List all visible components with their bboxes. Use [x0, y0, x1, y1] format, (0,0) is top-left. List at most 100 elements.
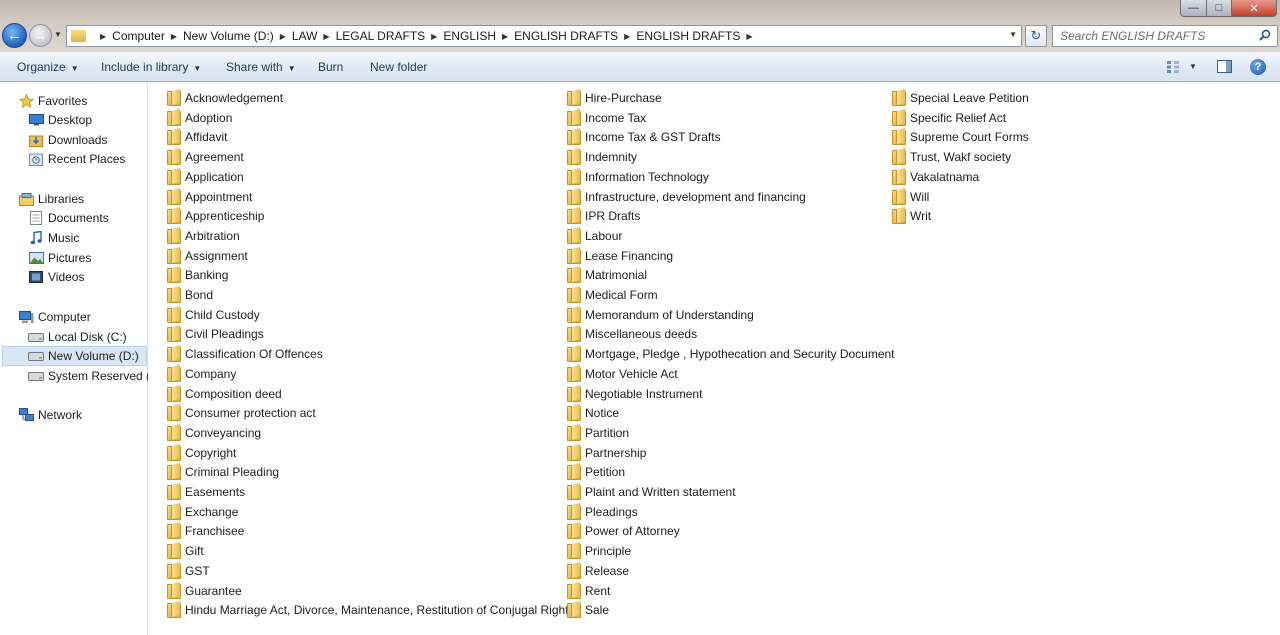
- folder-item[interactable]: Copyright: [167, 443, 236, 462]
- folder-item[interactable]: Criminal Pleading: [167, 462, 279, 481]
- back-button[interactable]: ←: [2, 23, 27, 48]
- share-with-button[interactable]: Share with ▼: [226, 60, 296, 74]
- folder-item[interactable]: Will: [892, 187, 929, 206]
- nav-music[interactable]: Music: [28, 228, 79, 248]
- folder-item[interactable]: Agreement: [167, 147, 244, 166]
- folder-item[interactable]: Supreme Court Forms: [892, 127, 1029, 146]
- folder-item[interactable]: Gift: [167, 541, 204, 560]
- address-dropdown-icon[interactable]: ▼: [1009, 30, 1017, 39]
- nav-local-disk-c[interactable]: Local Disk (C:): [28, 327, 127, 347]
- nav-desktop[interactable]: Desktop: [28, 110, 92, 130]
- folder-item[interactable]: Memorandum of Understanding: [567, 305, 754, 324]
- nav-documents[interactable]: Documents: [28, 208, 109, 228]
- folder-item[interactable]: Acknowledgement: [167, 88, 283, 107]
- folder-item[interactable]: Bond: [167, 285, 213, 304]
- folder-item[interactable]: Consumer protection act: [167, 403, 316, 422]
- nav-system-reserved-e[interactable]: System Reserved (E:): [28, 366, 148, 386]
- folder-item[interactable]: Motor Vehicle Act: [567, 364, 678, 383]
- folder-item[interactable]: Vakalatnama: [892, 167, 979, 186]
- folder-item[interactable]: Negotiable Instrument: [567, 384, 702, 403]
- folder-item[interactable]: Trust, Wakf society: [892, 147, 1011, 166]
- folder-item[interactable]: Mortgage, Pledge , Hypothecation and Sec…: [567, 344, 895, 363]
- folder-item[interactable]: GST: [167, 561, 210, 580]
- view-options-dropdown[interactable]: ▼: [1189, 62, 1197, 71]
- folder-item[interactable]: Matrimonial: [567, 265, 647, 284]
- folder-item[interactable]: Indemnity: [567, 147, 637, 166]
- address-bar[interactable]: ▶ Computer ▶ New Volume (D:) ▶ LAW ▶ LEGAL D…: [66, 25, 1022, 47]
- folder-item[interactable]: Release: [567, 561, 629, 580]
- breadcrumb-english[interactable]: ▶ ENGLISH: [425, 29, 496, 43]
- folder-item[interactable]: Conveyancing: [167, 423, 261, 442]
- folder-item[interactable]: Pleadings: [567, 502, 638, 521]
- folder-item[interactable]: Classification Of Offences: [167, 344, 323, 363]
- breadcrumb-legal-drafts[interactable]: ▶ LEGAL DRAFTS: [317, 29, 425, 43]
- breadcrumb-computer[interactable]: ▶ Computer: [94, 29, 165, 43]
- folder-item[interactable]: Appointment: [167, 187, 252, 206]
- folder-item[interactable]: Assignment: [167, 246, 248, 265]
- folder-item[interactable]: Arbitration: [167, 226, 240, 245]
- folder-item[interactable]: Lease Financing: [567, 246, 673, 265]
- folder-item[interactable]: Writ: [892, 206, 931, 225]
- folder-item[interactable]: Rent: [567, 581, 610, 600]
- nav-new-volume-d[interactable]: New Volume (D:): [2, 346, 147, 366]
- folder-item[interactable]: Exchange: [167, 502, 238, 521]
- help-icon[interactable]: ?: [1250, 59, 1266, 75]
- include-in-library-button[interactable]: Include in library ▼: [101, 60, 201, 74]
- folder-item[interactable]: Plaint and Written statement: [567, 482, 736, 501]
- folder-item[interactable]: Partnership: [567, 443, 646, 462]
- nav-favorites[interactable]: Favorites: [18, 91, 87, 111]
- breadcrumb-law[interactable]: ▶ LAW: [274, 29, 318, 43]
- breadcrumb-english-drafts[interactable]: ▶ ENGLISH DRAFTS: [496, 29, 618, 43]
- breadcrumb-english-drafts-current[interactable]: ▶ ENGLISH DRAFTS: [618, 29, 740, 43]
- folder-item[interactable]: Labour: [567, 226, 622, 245]
- nav-recent-places[interactable]: Recent Places: [28, 149, 125, 169]
- folder-item[interactable]: Civil Pleadings: [167, 324, 264, 343]
- folder-item[interactable]: Easements: [167, 482, 245, 501]
- folder-item[interactable]: Banking: [167, 265, 228, 284]
- folder-item[interactable]: Affidavit: [167, 127, 227, 146]
- organize-button[interactable]: Organize ▼: [17, 60, 79, 74]
- search-input[interactable]: [1060, 29, 1250, 43]
- folder-item[interactable]: Special Leave Petition: [892, 88, 1029, 107]
- folder-item[interactable]: Income Tax & GST Drafts: [567, 127, 721, 146]
- change-view-icon[interactable]: [1166, 60, 1180, 74]
- folder-item[interactable]: Notice: [567, 403, 619, 422]
- nav-network[interactable]: Network: [18, 405, 82, 425]
- folder-item[interactable]: Power of Attorney: [567, 521, 680, 540]
- refresh-button[interactable]: ↻: [1025, 25, 1047, 47]
- folder-item[interactable]: Adoption: [167, 108, 232, 127]
- folder-item[interactable]: Partition: [567, 423, 629, 442]
- search-icon[interactable]: [1259, 29, 1271, 41]
- maximize-button[interactable]: □: [1206, 0, 1232, 17]
- preview-pane-icon[interactable]: [1217, 60, 1232, 73]
- folder-item[interactable]: Miscellaneous deeds: [567, 324, 697, 343]
- folder-item[interactable]: IPR Drafts: [567, 206, 640, 225]
- folder-item[interactable]: Income Tax: [567, 108, 646, 127]
- nav-computer[interactable]: Computer: [18, 307, 91, 327]
- folder-item[interactable]: Guarantee: [167, 581, 242, 600]
- new-folder-button[interactable]: New folder: [370, 60, 427, 74]
- burn-button[interactable]: Burn: [318, 60, 343, 74]
- nav-libraries[interactable]: Libraries: [18, 189, 84, 209]
- close-button[interactable]: ✕: [1231, 0, 1277, 17]
- folder-item[interactable]: Hindu Marriage Act, Divorce, Maintenance…: [167, 600, 575, 619]
- folder-item[interactable]: Composition deed: [167, 384, 282, 403]
- folder-item[interactable]: Sale: [567, 600, 609, 619]
- nav-downloads[interactable]: Downloads: [28, 130, 107, 150]
- folder-item[interactable]: Company: [167, 364, 236, 383]
- folder-item[interactable]: Principle: [567, 541, 631, 560]
- minimize-button[interactable]: —: [1180, 0, 1207, 17]
- breadcrumb-subfolders[interactable]: ▶: [740, 32, 758, 41]
- folder-item[interactable]: Franchisee: [167, 521, 244, 540]
- folder-item[interactable]: Hire-Purchase: [567, 88, 662, 107]
- search-box[interactable]: [1052, 25, 1278, 47]
- nav-videos[interactable]: Videos: [28, 267, 84, 287]
- folder-item[interactable]: Apprenticeship: [167, 206, 264, 225]
- nav-pictures[interactable]: Pictures: [28, 248, 91, 268]
- folder-item[interactable]: Information Technology: [567, 167, 709, 186]
- recent-pages-dropdown[interactable]: ▼: [54, 30, 63, 40]
- folder-item[interactable]: Application: [167, 167, 244, 186]
- folder-item[interactable]: Child Custody: [167, 305, 260, 324]
- folder-item[interactable]: Infrastructure, development and financin…: [567, 187, 806, 206]
- forward-button[interactable]: →: [29, 24, 52, 47]
